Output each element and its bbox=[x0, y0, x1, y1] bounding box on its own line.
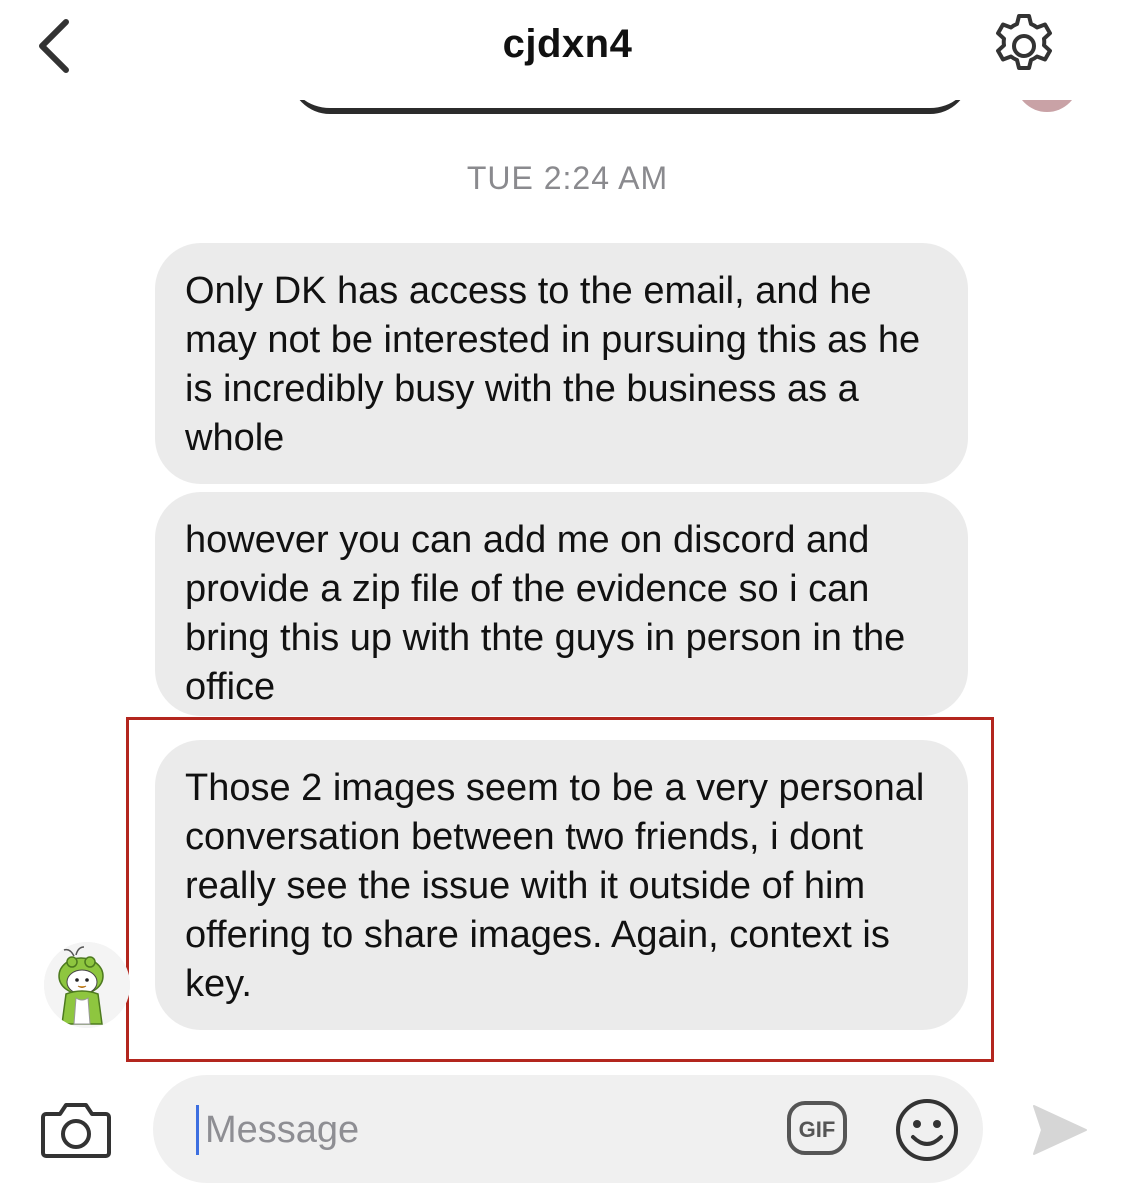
send-button[interactable] bbox=[1030, 1102, 1090, 1158]
settings-button[interactable] bbox=[988, 10, 1060, 82]
sender-avatar[interactable] bbox=[44, 942, 130, 1028]
conversation-title: cjdxn4 bbox=[502, 22, 633, 66]
message-bubble[interactable]: however you can add me on discord and pr… bbox=[155, 492, 968, 716]
message-input[interactable] bbox=[196, 1105, 756, 1155]
smiley-icon bbox=[896, 1099, 958, 1161]
send-icon bbox=[1033, 1105, 1087, 1155]
message-timestamp: TUE 2:24 AM bbox=[466, 160, 669, 196]
message-bubble[interactable]: Only DK has access to the email, and he … bbox=[155, 243, 968, 484]
emoji-button[interactable] bbox=[894, 1097, 960, 1163]
highlight-annotation-box bbox=[126, 717, 994, 1062]
gif-label: GIF bbox=[799, 1117, 836, 1142]
camera-button[interactable] bbox=[40, 1098, 112, 1162]
chat-header: cjdxn4 bbox=[0, 0, 1135, 100]
camera-icon bbox=[41, 1103, 111, 1158]
gif-icon: GIF bbox=[787, 1101, 847, 1155]
frog-mascot-avatar-icon bbox=[44, 942, 130, 1028]
gif-button[interactable]: GIF bbox=[786, 1100, 848, 1156]
gear-icon bbox=[996, 14, 1052, 70]
